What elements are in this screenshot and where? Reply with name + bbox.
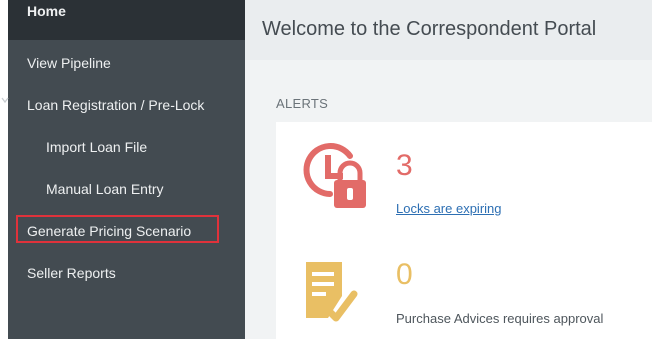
sidebar-item-label: Seller Reports	[27, 265, 116, 281]
page-title: Welcome to the Correspondent Portal	[262, 18, 597, 40]
sidebar-item-label: Loan Registration / Pre-Lock	[27, 97, 205, 113]
sidebar-item-seller-reports[interactable]: Seller Reports	[8, 253, 245, 293]
sidebar-item-view-pipeline[interactable]: View Pipeline	[8, 43, 245, 83]
sidebar-item-label: Home	[27, 3, 66, 19]
alerts-heading: ALERTS	[276, 96, 329, 111]
chevron-down-icon[interactable]	[0, 95, 10, 105]
document-check-icon	[306, 262, 358, 322]
sidebar-item-import-loan-file[interactable]: Import Loan File	[8, 127, 245, 167]
sidebar: Home View Pipeline Loan Registration / P…	[8, 0, 245, 339]
sidebar-item-label: View Pipeline	[27, 55, 111, 71]
sidebar-item-loan-registration[interactable]: Loan Registration / Pre-Lock	[8, 85, 245, 125]
sidebar-item-label: Import Loan File	[46, 139, 148, 155]
clock-lock-icon	[303, 143, 366, 208]
highlight-box	[16, 215, 219, 243]
sidebar-item-home[interactable]: Home	[8, 0, 245, 40]
sidebar-item-manual-loan-entry[interactable]: Manual Loan Entry	[8, 169, 245, 209]
purchase-advices-count: 0	[396, 258, 413, 291]
sidebar-item-label: Manual Loan Entry	[46, 181, 164, 197]
locks-count: 3	[396, 149, 413, 182]
purchase-advices-text: Purchase Advices requires approval	[396, 311, 604, 326]
locks-expiring-link[interactable]: Locks are expiring	[396, 201, 502, 216]
header: Welcome to the Correspondent Portal	[245, 0, 652, 60]
